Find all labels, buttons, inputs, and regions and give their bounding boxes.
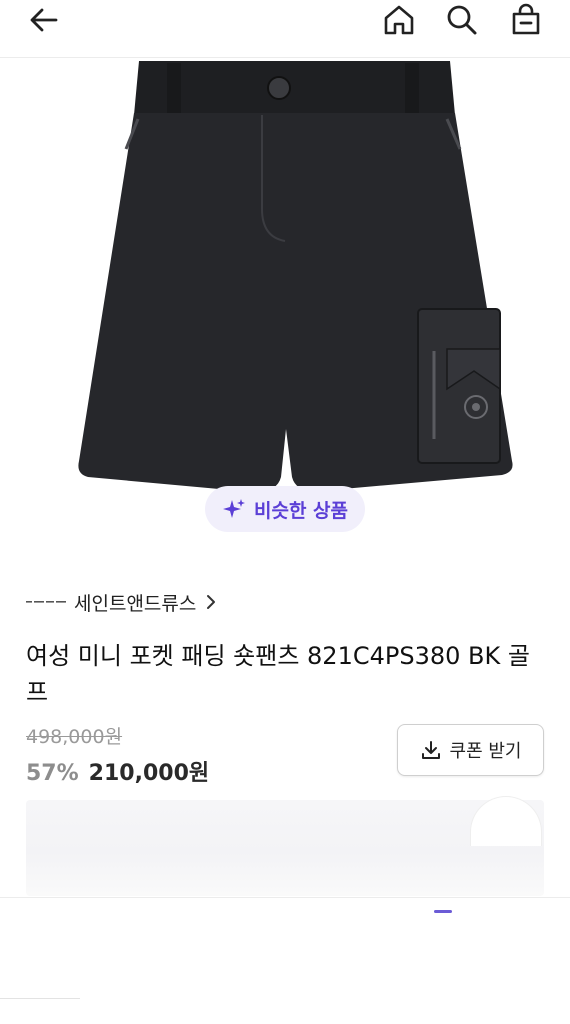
home-button[interactable] [381,2,417,38]
divider [0,998,80,999]
shorts-illustration [78,61,513,493]
tab-indicator [434,910,452,913]
product-image[interactable] [0,59,570,509]
price-row: 57% 210,000원 [26,755,209,787]
sparkle-icon [222,499,245,518]
similar-products-label: 비슷한 상품 [253,499,348,522]
shopping-bag-icon [512,3,540,35]
search-icon [447,5,477,35]
coupon-download-button[interactable]: 쿠폰 받기 [397,724,544,776]
home-icon [384,5,414,35]
similar-products-button[interactable]: 비슷한 상품 [205,486,365,532]
cargo-pocket [417,308,501,464]
search-button[interactable] [444,2,480,38]
download-icon [421,741,440,759]
sale-price: 210,000원 [88,761,210,786]
brand-logo [26,601,66,603]
divider [0,897,570,898]
obscured-banner [26,800,544,896]
waist-button [267,76,291,100]
shopping-bag-button[interactable] [508,2,544,38]
back-button[interactable] [26,2,62,38]
original-price: 498,000원 [26,726,123,748]
brand-name: 세인트앤드류스 [74,592,197,615]
coupon-label: 쿠폰 받기 [449,741,522,762]
product-title: 여성 미니 포켓 패딩 숏팬츠 821C4PS380 BK 골프 [26,642,530,706]
chevron-right-icon [207,595,216,609]
brand-link[interactable]: 세인트앤드류스 [26,588,218,616]
arrow-left-icon [30,8,58,32]
discount-rate: 57% [26,761,79,786]
top-navigation-bar [0,0,570,58]
